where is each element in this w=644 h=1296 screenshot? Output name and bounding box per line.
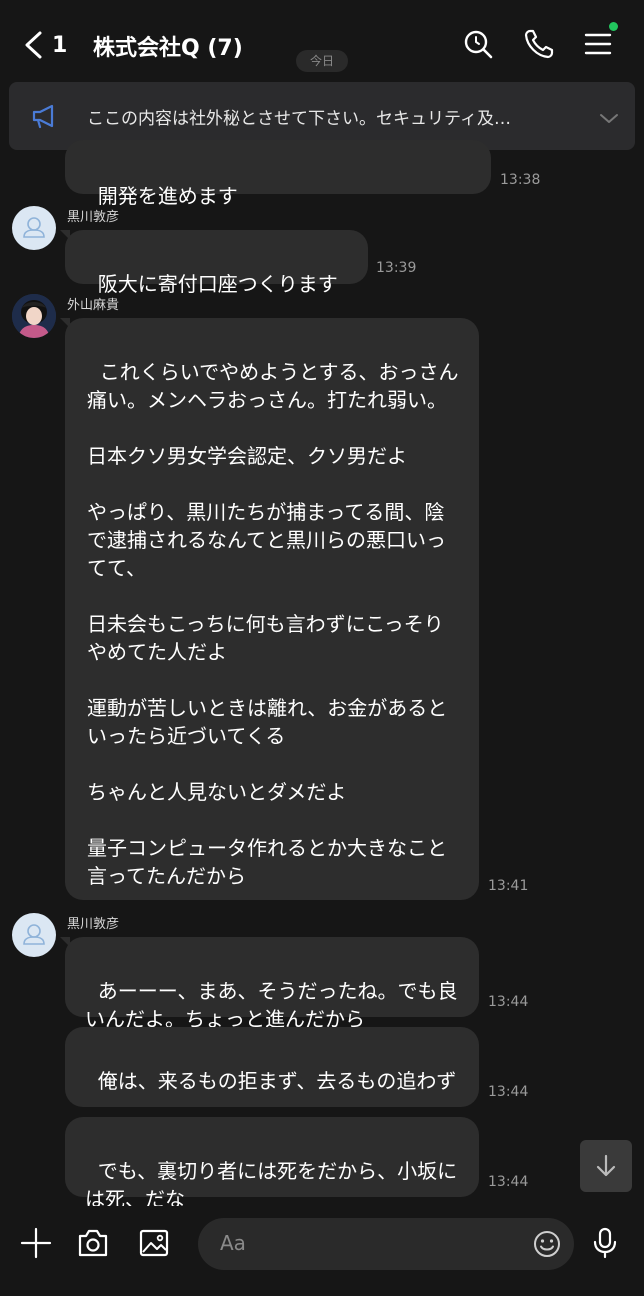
message-input[interactable]: Aa [198,1218,574,1270]
message-bubble[interactable]: 俺は、来るもの拒まず、去るもの追わず [65,1027,479,1107]
camera-icon [78,1229,108,1257]
voice-button[interactable] [588,1226,622,1260]
scroll-to-bottom-button[interactable] [580,1140,632,1192]
default-user-icon [23,924,45,945]
message-time: 13:39 [376,260,417,276]
message-time: 13:41 [488,878,529,894]
sender-name: 外山麻貴 [67,298,120,313]
avatar[interactable] [12,913,56,957]
notification-dot [609,22,618,31]
call-button[interactable] [521,26,557,62]
default-user-icon [23,217,45,238]
arrow-down-icon [596,1154,616,1177]
message-text: 俺は、来るもの拒まず、去るもの追わず [97,1069,457,1093]
message-time: 13:44 [488,994,529,1010]
profile-photo-icon [12,294,56,338]
add-button[interactable] [19,1226,53,1260]
message-bubble[interactable]: 阪大に寄付口座つくります [65,230,368,296]
sender-name: 黒川敦彦 [67,210,120,225]
chat-title: 株式会社Q (7) [93,36,243,61]
message-text: 開発を進めます [97,184,238,208]
camera-button[interactable] [76,1226,110,1260]
message-time: 13:38 [500,172,541,188]
image-icon [139,1229,169,1257]
search-button[interactable] [460,26,496,62]
sender-name: 黒川敦彦 [67,917,120,932]
gallery-button[interactable] [137,1226,171,1260]
date-badge: 今日 [296,50,348,72]
chevron-down-icon[interactable] [597,106,621,130]
emoji-button[interactable] [532,1229,562,1259]
message-text: でも、裏切り者には死をだから、小坂には死、だな [85,1159,458,1211]
message-input-placeholder: Aa [220,1231,246,1255]
emoji-icon [534,1231,560,1257]
message-text: あーーー、まあ、そうだったね。でも良いんだよ。ちょっと進んだから [85,979,458,1031]
avatar[interactable] [12,206,56,250]
message-bubble[interactable]: 開発を進めます [65,140,491,208]
microphone-icon [593,1227,617,1259]
menu-icon [584,33,612,55]
menu-button[interactable] [580,26,616,62]
message-bubble[interactable]: これくらいでやめようとする、おっさん痛い。メンヘラおっさん。打たれ弱い。 日本ク… [65,318,479,900]
chevron-left-icon [25,31,42,59]
phone-icon [524,29,554,59]
search-icon [464,30,493,59]
plus-icon [20,1227,52,1259]
message-time: 13:44 [488,1084,529,1100]
chat-header: 1 株式会社Q (7) [0,0,644,90]
message-text: これくらいでやめようとする、おっさん痛い。メンヘラおっさん。打たれ弱い。 日本ク… [87,360,459,888]
message-text: 阪大に寄付口座つくります [97,272,338,296]
unread-count: 1 [52,32,68,58]
megaphone-icon [32,104,54,129]
announcement-text: ここの内容は社外秘とさせて下さい。セキュリティ及… [87,109,511,129]
back-button[interactable]: 1 [22,28,72,62]
avatar[interactable] [12,294,56,338]
message-time: 13:44 [488,1174,529,1190]
message-bubble[interactable]: あーーー、まあ、そうだったね。でも良いんだよ。ちょっと進んだから [65,937,479,1031]
message-bubble[interactable]: でも、裏切り者には死をだから、小坂には死、だな [65,1117,479,1211]
